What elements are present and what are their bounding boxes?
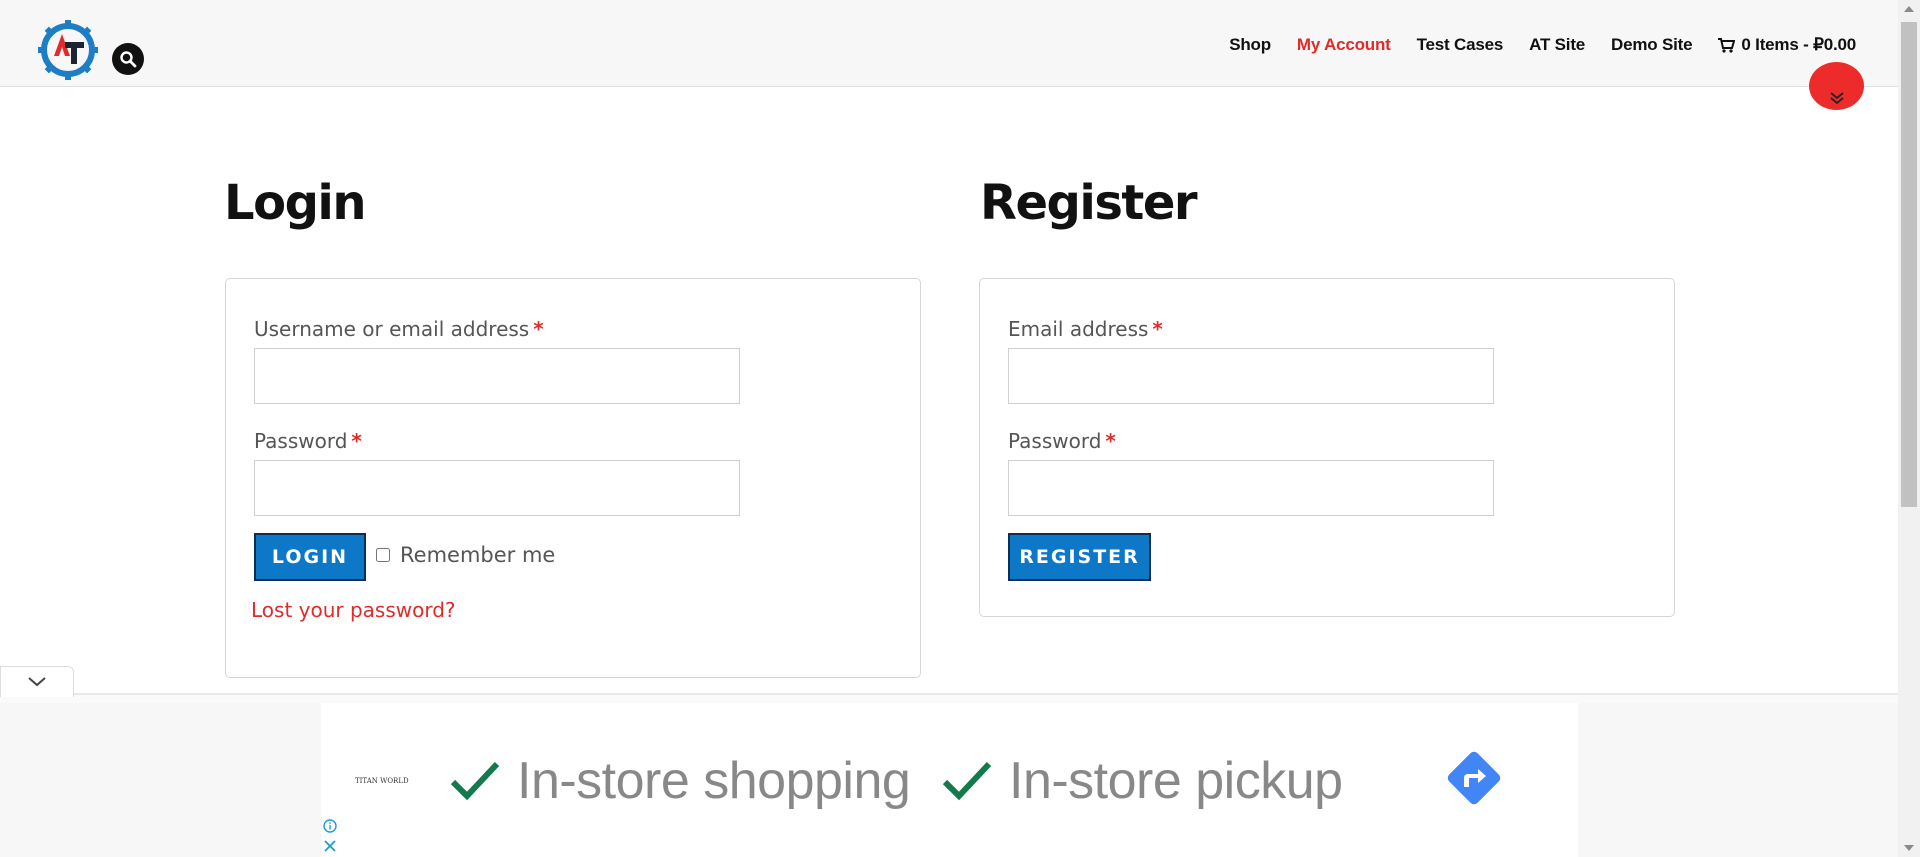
remember-me-label: Remember me xyxy=(400,543,556,567)
remember-me-checkbox[interactable] xyxy=(376,548,390,562)
register-button[interactable]: REGISTER xyxy=(1008,533,1151,581)
search-icon xyxy=(120,51,137,68)
ad-info-icon[interactable] xyxy=(323,818,337,837)
register-password-label: Password * xyxy=(1008,429,1116,453)
nav-item-at-site[interactable]: AT Site xyxy=(1529,33,1585,57)
username-label: Username or email address * xyxy=(254,317,544,341)
chevron-down-icon xyxy=(28,677,46,687)
register-title: Register xyxy=(980,175,1198,231)
email-label: Email address * xyxy=(1008,317,1163,341)
nav-item-my-account[interactable]: My Account xyxy=(1297,33,1391,57)
scroll-up-arrow-icon[interactable] xyxy=(1904,6,1914,12)
nav-item-shop[interactable]: Shop xyxy=(1229,33,1271,57)
lost-password-link[interactable]: Lost your password? xyxy=(251,598,456,622)
double-chevron-down-icon xyxy=(1829,92,1844,104)
login-form: Username or email address * Password * LOG… xyxy=(225,278,921,678)
scroll-down-arrow-icon[interactable] xyxy=(1904,845,1914,851)
site-logo[interactable] xyxy=(36,18,100,82)
directions-icon[interactable] xyxy=(1443,747,1505,813)
check-icon xyxy=(942,761,992,801)
cart-summary: 0 Items - ₽0.00 xyxy=(1741,35,1856,54)
ad-brand-logo: TITAN WORLD xyxy=(355,777,409,785)
email-input[interactable] xyxy=(1008,348,1494,404)
password-label: Password * xyxy=(254,429,362,453)
username-input[interactable] xyxy=(254,348,740,404)
nav-cart[interactable]: 0 Items - ₽0.00 xyxy=(1718,33,1856,57)
scrollbar-thumb[interactable] xyxy=(1901,22,1917,507)
login-title: Login xyxy=(224,175,367,231)
ad-banner[interactable]: TITAN WORLD In-store shopping In-store p… xyxy=(321,703,1578,857)
search-button[interactable] xyxy=(112,43,144,75)
ad-feature-1: In-store shopping xyxy=(449,751,911,811)
scroll-down-button[interactable] xyxy=(1809,62,1864,110)
site-header: Shop My Account Test Cases AT Site Demo … xyxy=(0,0,1898,87)
main-nav: Shop My Account Test Cases AT Site Demo … xyxy=(1203,33,1856,57)
page-scrollbar[interactable] xyxy=(1898,0,1920,857)
cart-icon xyxy=(1718,37,1736,53)
remember-me[interactable]: Remember me xyxy=(376,543,555,567)
password-input[interactable] xyxy=(254,460,740,516)
login-button[interactable]: LOGIN xyxy=(254,533,366,581)
ad-collapse-tab[interactable] xyxy=(0,666,74,697)
check-icon xyxy=(450,761,500,801)
ad-feature-2: In-store pickup xyxy=(941,751,1343,811)
nav-item-demo-site[interactable]: Demo Site xyxy=(1611,33,1693,57)
ad-close-icon[interactable] xyxy=(323,838,337,857)
register-form: Email address * Password * REGISTER xyxy=(979,278,1675,617)
nav-item-test-cases[interactable]: Test Cases xyxy=(1417,33,1504,57)
register-password-input[interactable] xyxy=(1008,460,1494,516)
